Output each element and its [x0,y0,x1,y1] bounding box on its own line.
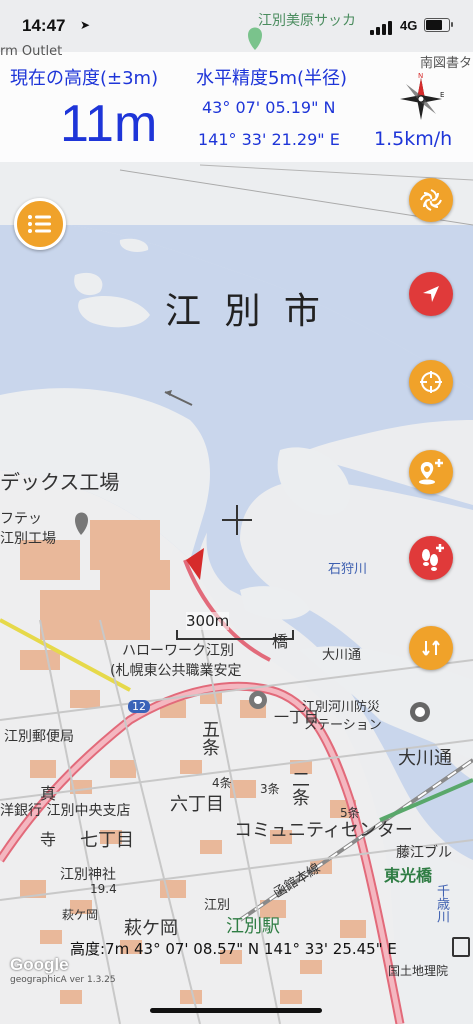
map-label-dera: 寺 [40,830,57,849]
compass-east-label: E [440,91,444,99]
center-crosshair [222,505,252,535]
map-label-hagioka: 萩ケ岡 [124,918,178,939]
scale-line [176,630,294,640]
add-pin-icon [419,459,443,485]
map-label-chitose: 千歳川 [434,884,449,923]
copy-icon[interactable] [452,937,470,957]
map-label-factory: デックス工場 [0,470,120,494]
spiral-icon [420,189,442,211]
network-type: 4G [400,18,418,33]
map-label-shi-jo: 4条 [212,776,232,790]
info-panel: 現在の高度(±3m) 11m 水平精度5m(半径) 43° 07' 05.19"… [0,52,473,162]
map-label-hello-work: ハローワーク江別 [122,643,234,659]
scale-label: 300m [186,612,230,630]
map-label-roku: 六丁目 [170,794,224,815]
crosshair-target-icon [420,371,442,393]
layers-button[interactable] [409,178,453,222]
menu-icon [28,215,51,233]
map-label-factory2: フテッ [0,511,42,527]
accuracy-label: 水平精度5m(半径) [196,68,348,89]
signal-icon [370,21,396,35]
scale-bar: 300m [176,610,296,640]
speed-value: 1.5km/h [374,128,453,150]
app-version: geographicA ver 1.3.25 [10,975,116,985]
gsi-attribution: 国土地理院 [388,964,449,978]
map-label-okawa: 大川通 [398,748,452,769]
latitude-value: 43° 07' 05.19" N [202,98,336,117]
map-label-shichi: 七丁目 [80,830,134,851]
map-label-factory3: 江別工場 [0,531,56,547]
rotate-arrows-icon [422,640,440,656]
map-label-shin: 真 [40,784,57,803]
map-label-hello-work2: (札幌東公共職業安定 [110,663,242,679]
add-pin-button[interactable] [409,450,453,494]
footprints-add-icon [422,544,444,571]
map-label-community: コミュニティセンター [234,820,413,841]
map-label-ichi: 一丁目 [274,708,320,726]
longitude-value: 141° 33' 21.29" E [198,130,340,149]
map-label-hagioka-small: 萩ケ岡 [62,908,99,922]
map-label-toko-bridge: 東光橋 [384,866,433,885]
map-label-top-right: 南図書タ [420,56,473,71]
menu-button[interactable] [14,198,66,250]
map-label-station-small: 江別 [204,898,231,913]
map-label-post-office: 江別郵便局 [4,729,74,745]
map-label-okawa-small: 大川通 [322,648,362,663]
map-label-station: 江別駅 [226,916,280,937]
altitude-label: 現在の高度(±3m) [10,68,159,89]
rotate-button[interactable] [409,626,453,670]
cursor-coordinates: 高度:7m 43° 07' 08.57" N 141° 33' 25.45" E [70,940,397,958]
map-label-san-jo: 3条 [260,782,280,796]
locate-button[interactable] [409,272,453,316]
compass-icon[interactable]: N E [394,72,448,126]
add-track-button[interactable] [409,536,453,580]
status-time: 14:47 [22,16,66,35]
map-label-shrine: 江別神社 [60,867,116,883]
map-label-ni-jo: 二条 [289,770,310,806]
target-button[interactable] [409,360,453,404]
map-label-bank: 洋銀行 江別中央支店 [0,803,131,819]
map-label-city: 江 別 市 [165,291,326,332]
map-label-go-jo: 五条 [199,720,220,756]
map-label-route: 12 [128,700,150,713]
map-label-river: 石狩川 [328,562,368,577]
map-label-fujie: 藤江ブル [396,845,452,861]
altitude-value: 11m [60,95,158,153]
navigation-arrow-icon [423,286,439,302]
battery-icon [424,18,453,32]
location-arrow-icon: ➤ [80,18,91,32]
home-indicator[interactable] [150,1008,322,1013]
map-label-elev: 19.4 [90,882,117,896]
status-bar: 14:47 ➤ 4G [0,0,473,52]
compass-north-label: N [418,72,423,80]
google-logo: Google [10,955,69,974]
